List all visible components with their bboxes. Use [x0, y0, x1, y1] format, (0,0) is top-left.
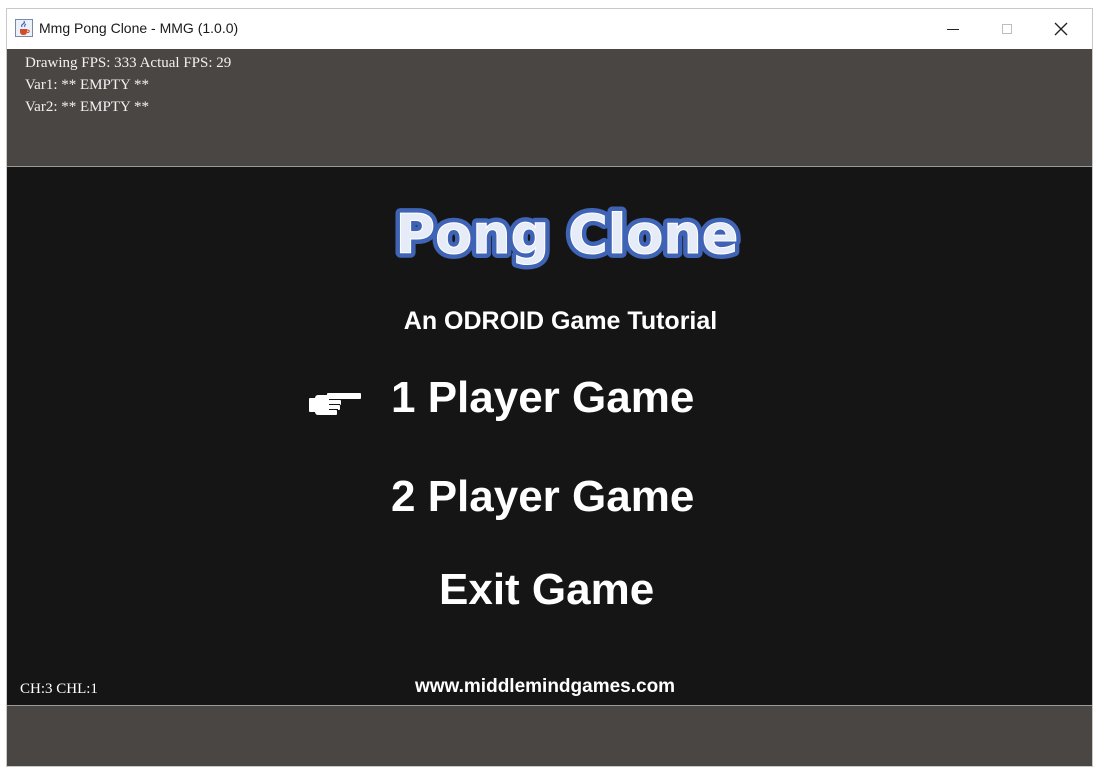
menu-item-exit[interactable]: Exit Game — [439, 565, 654, 615]
var1-readout: Var1: ** EMPTY ** — [25, 77, 150, 93]
game-subtitle: An ODROID Game Tutorial — [403, 307, 718, 335]
minimize-icon — [947, 29, 959, 30]
java-cup-icon — [15, 19, 33, 37]
website-link: www.middlemindgames.com — [415, 676, 676, 697]
logo-text: Pong Clone — [396, 203, 739, 266]
var2-readout: Var2: ** EMPTY ** — [25, 99, 150, 115]
pointing-hand-icon — [309, 393, 361, 415]
maximize-button[interactable] — [981, 9, 1033, 49]
menu-item-1-player[interactable]: 1 Player Game — [391, 373, 694, 423]
minimize-button[interactable] — [927, 9, 979, 49]
channel-status: CH:3 CHL:1 — [20, 681, 98, 697]
game-logo: Pong Clone Pong Clone — [391, 198, 744, 271]
menu-item-2-player[interactable]: 2 Player Game — [391, 472, 694, 522]
fps-readout: Drawing FPS: 333 Actual FPS: 29 — [25, 55, 232, 71]
game-screen[interactable]: Pong Clone Pong Clone An ODROID Game Tut… — [7, 166, 1092, 706]
close-button[interactable] — [1035, 9, 1087, 49]
title-bar[interactable]: Mmg Pong Clone - MMG (1.0.0) — [7, 9, 1092, 49]
debug-panel: Drawing FPS: 333 Actual FPS: 29 Var1: **… — [7, 49, 1092, 166]
maximize-icon — [1002, 24, 1012, 34]
window-title: Mmg Pong Clone - MMG (1.0.0) — [39, 20, 239, 36]
app-window: Mmg Pong Clone - MMG (1.0.0) Drawing FPS… — [6, 8, 1093, 767]
close-icon — [1054, 22, 1068, 36]
bottom-panel — [7, 706, 1092, 766]
